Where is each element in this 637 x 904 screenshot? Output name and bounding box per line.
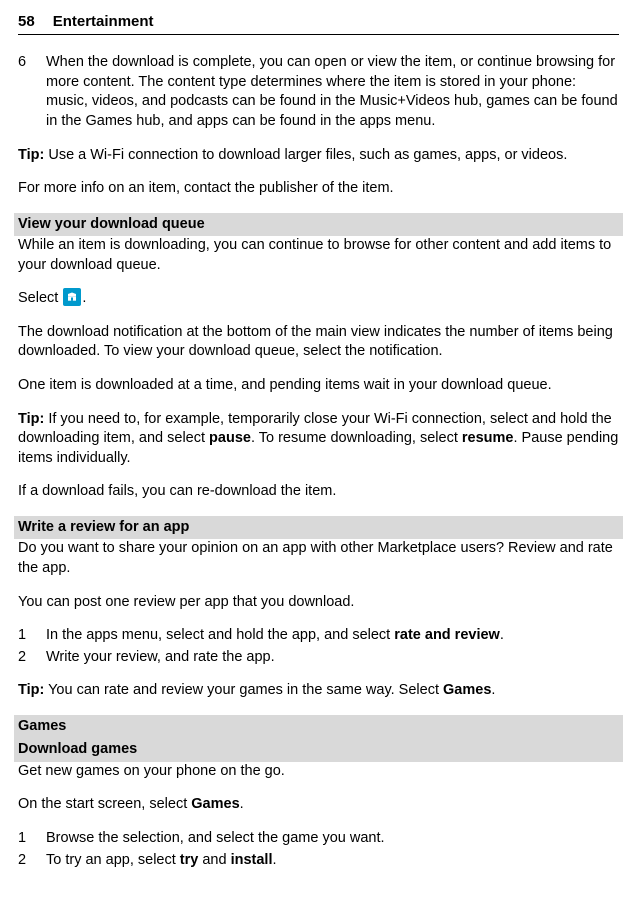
tip-label: Tip: [18,147,44,163]
games-label: Games [443,682,491,698]
pause-label: pause [209,430,251,446]
review-step-1: 1 In the apps menu, select and hold the … [18,626,619,646]
heading-download-games: Download games [14,738,623,762]
step1-post: . [500,627,504,643]
select-pre: Select [18,290,62,306]
tip-text: Use a Wi-Fi connection to download large… [44,147,567,163]
install-label: install [231,852,273,868]
tip-label: Tip: [18,411,44,427]
select-post: . [82,290,86,306]
marketplace-icon [63,288,81,306]
tip-post: . [491,682,495,698]
rate-and-review-label: rate and review [394,627,500,643]
step2-mid: and [198,852,230,868]
review-steps: 1 In the apps menu, select and hold the … [18,626,619,667]
review-p1: Do you want to share your opinion on an … [18,539,619,578]
step-number: 1 [18,829,32,849]
more-info: For more info on an item, contact the pu… [18,179,619,199]
games-p2-post: . [240,796,244,812]
step1-pre: In the apps menu, select and hold the ap… [46,627,394,643]
step-text: Write your review, and rate the app. [46,648,275,668]
chapter-title: Entertainment [53,12,154,32]
review-step-2: 2 Write your review, and rate the app. [18,648,619,668]
step-text: To try an app, select try and install. [46,851,277,871]
queue-p4: If a download fails, you can re-download… [18,482,619,502]
step-6: 6 When the download is complete, you can… [18,53,619,131]
review-p2: You can post one review per app that you… [18,593,619,613]
games-p2: On the start screen, select Games. [18,795,619,815]
games-steps: 1 Browse the selection, and select the g… [18,829,619,870]
step-text: Browse the selection, and select the gam… [46,829,385,849]
heading-view-download-queue: View your download queue [14,213,623,237]
tip-mid: . To resume downloading, select [251,430,462,446]
games-p2-pre: On the start screen, select [18,796,191,812]
step-text: When the download is complete, you can o… [46,53,619,131]
queue-p3: One item is downloaded at a time, and pe… [18,376,619,396]
step2-pre: To try an app, select [46,852,180,868]
games-label: Games [191,796,239,812]
queue-p2: The download notification at the bottom … [18,323,619,362]
step-text: In the apps menu, select and hold the ap… [46,626,504,646]
manual-page: 58 Entertainment 6 When the download is … [0,0,637,904]
tip-games-review: Tip: You can rate and review your games … [18,681,619,701]
tip-label: Tip: [18,682,44,698]
step-number: 2 [18,851,32,871]
page-number: 58 [18,12,35,32]
tip-wifi: Tip: Use a Wi-Fi connection to download … [18,146,619,166]
resume-label: resume [462,430,514,446]
tip-pause: Tip: If you need to, for example, tempor… [18,410,619,469]
tip-pre: You can rate and review your games in th… [44,682,443,698]
step-number: 6 [18,53,32,131]
queue-p1: While an item is downloading, you can co… [18,236,619,275]
games-step-1: 1 Browse the selection, and select the g… [18,829,619,849]
page-header: 58 Entertainment [18,12,619,35]
heading-write-review: Write a review for an app [14,516,623,540]
try-label: try [180,852,199,868]
step-number: 1 [18,626,32,646]
games-p1: Get new games on your phone on the go. [18,762,619,782]
select-marketplace: Select . [18,289,619,309]
step2-post: . [273,852,277,868]
games-step-2: 2 To try an app, select try and install. [18,851,619,871]
heading-games: Games [14,715,623,739]
step-number: 2 [18,648,32,668]
